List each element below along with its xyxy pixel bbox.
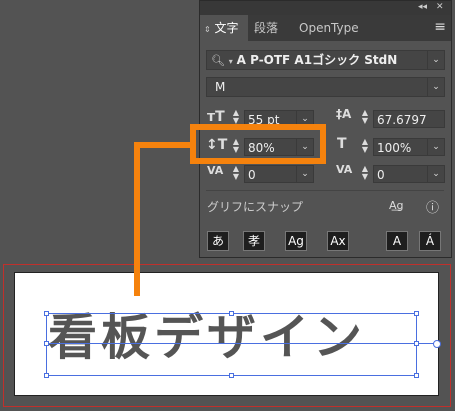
handle-bottom-center[interactable] xyxy=(229,373,234,378)
leading-icon: ‡A xyxy=(336,107,352,121)
tracking-field[interactable]: 0 ⌄ xyxy=(373,165,445,183)
horizontal-scale-stepper[interactable]: ▲ ▼ xyxy=(360,138,370,154)
tab-sort-icon: ⇕ xyxy=(204,25,211,34)
handle-bottom-left[interactable] xyxy=(44,373,49,378)
close-icon[interactable]: ✕ xyxy=(436,2,444,12)
search-icon: 🔍︎ xyxy=(211,54,225,67)
snap-to-ideographic-button[interactable]: あ xyxy=(207,231,229,251)
kerning-icon: VA xyxy=(207,164,224,177)
text-baseline xyxy=(46,343,436,344)
tracking-icon: VA xyxy=(336,163,353,176)
chevron-down-icon: ▾ xyxy=(228,57,233,66)
handle-middle-right[interactable] xyxy=(414,341,419,346)
kerning-field[interactable]: 0 ⌄ xyxy=(244,165,314,183)
handle-top-right[interactable] xyxy=(414,311,419,316)
glyph-snap-label: グリフにスナップ xyxy=(207,200,304,214)
font-style-dropdown[interactable]: M ⌄ xyxy=(206,77,445,97)
panel-divider xyxy=(206,190,444,191)
snap-to-xheight-button[interactable]: Ax xyxy=(327,231,349,251)
panel-tabs: ⇕ 文字 段落 OpenType ≡ xyxy=(200,15,451,41)
callout-connector-horizontal xyxy=(134,142,192,148)
horizontal-scale-field[interactable]: 100% ⌄ xyxy=(373,138,445,156)
leading-field[interactable]: 67.6797 xyxy=(373,110,445,128)
kerning-value: 0 xyxy=(248,168,256,182)
chevron-down-icon[interactable]: ⌄ xyxy=(427,166,444,182)
handle-bottom-right[interactable] xyxy=(414,373,419,378)
snap-to-glyph-bounds-button[interactable]: A xyxy=(386,231,408,251)
callout-connector-vertical xyxy=(134,142,140,296)
tab-opentype[interactable]: OpenType xyxy=(299,15,359,41)
callout-highlight-box xyxy=(190,124,326,164)
panel-menu-icon[interactable]: ≡ xyxy=(434,19,446,35)
text-end-handle[interactable] xyxy=(433,340,441,348)
handle-top-center[interactable] xyxy=(229,311,234,316)
tab-paragraph[interactable]: 段落 xyxy=(254,15,288,41)
chevron-down-icon[interactable]: ⌄ xyxy=(427,78,444,96)
collapse-icon[interactable]: ◂◂ xyxy=(418,2,427,12)
handle-middle-left[interactable] xyxy=(44,341,49,346)
leading-stepper[interactable]: ▲ ▼ xyxy=(360,109,370,125)
info-icon[interactable]: ⓘ xyxy=(426,197,439,216)
handle-top-left[interactable] xyxy=(44,311,49,316)
snap-to-baseline-button[interactable]: Ag xyxy=(285,231,307,251)
font-size-icon: ᴛT xyxy=(207,109,225,125)
chevron-down-icon[interactable]: ⌄ xyxy=(296,166,313,182)
glyph-icon[interactable]: A͟g xyxy=(389,199,404,212)
tab-character[interactable]: ⇕ 文字 xyxy=(200,15,248,41)
panel-topbar: ◂◂ ✕ xyxy=(200,1,451,15)
text-selection-box[interactable] xyxy=(46,313,417,376)
chevron-down-icon[interactable]: ⌄ xyxy=(427,139,444,155)
font-family-dropdown[interactable]: 🔍︎ ▾ A P-OTF A1ゴシック StdN ⌄ xyxy=(206,50,445,70)
font-style-value: M xyxy=(215,80,226,94)
leading-value: 67.6797 xyxy=(377,113,427,127)
snap-to-angular-guides-button[interactable]: Á xyxy=(419,231,441,251)
tab-character-label: 文字 xyxy=(214,21,239,35)
snap-to-ideographic-face-button[interactable]: 孝 xyxy=(243,231,265,251)
kerning-stepper[interactable]: ▲ ▼ xyxy=(231,165,241,181)
tracking-stepper[interactable]: ▲ ▼ xyxy=(360,165,370,181)
font-family-value: A P-OTF A1ゴシック StdN xyxy=(236,53,398,67)
chevron-down-icon[interactable]: ⌄ xyxy=(427,51,444,69)
horizontal-scale-value: 100% xyxy=(377,141,412,155)
tracking-value: 0 xyxy=(377,168,385,182)
horizontal-scale-icon: T xyxy=(337,136,347,152)
font-size-stepper[interactable]: ▲ ▼ xyxy=(231,109,241,125)
